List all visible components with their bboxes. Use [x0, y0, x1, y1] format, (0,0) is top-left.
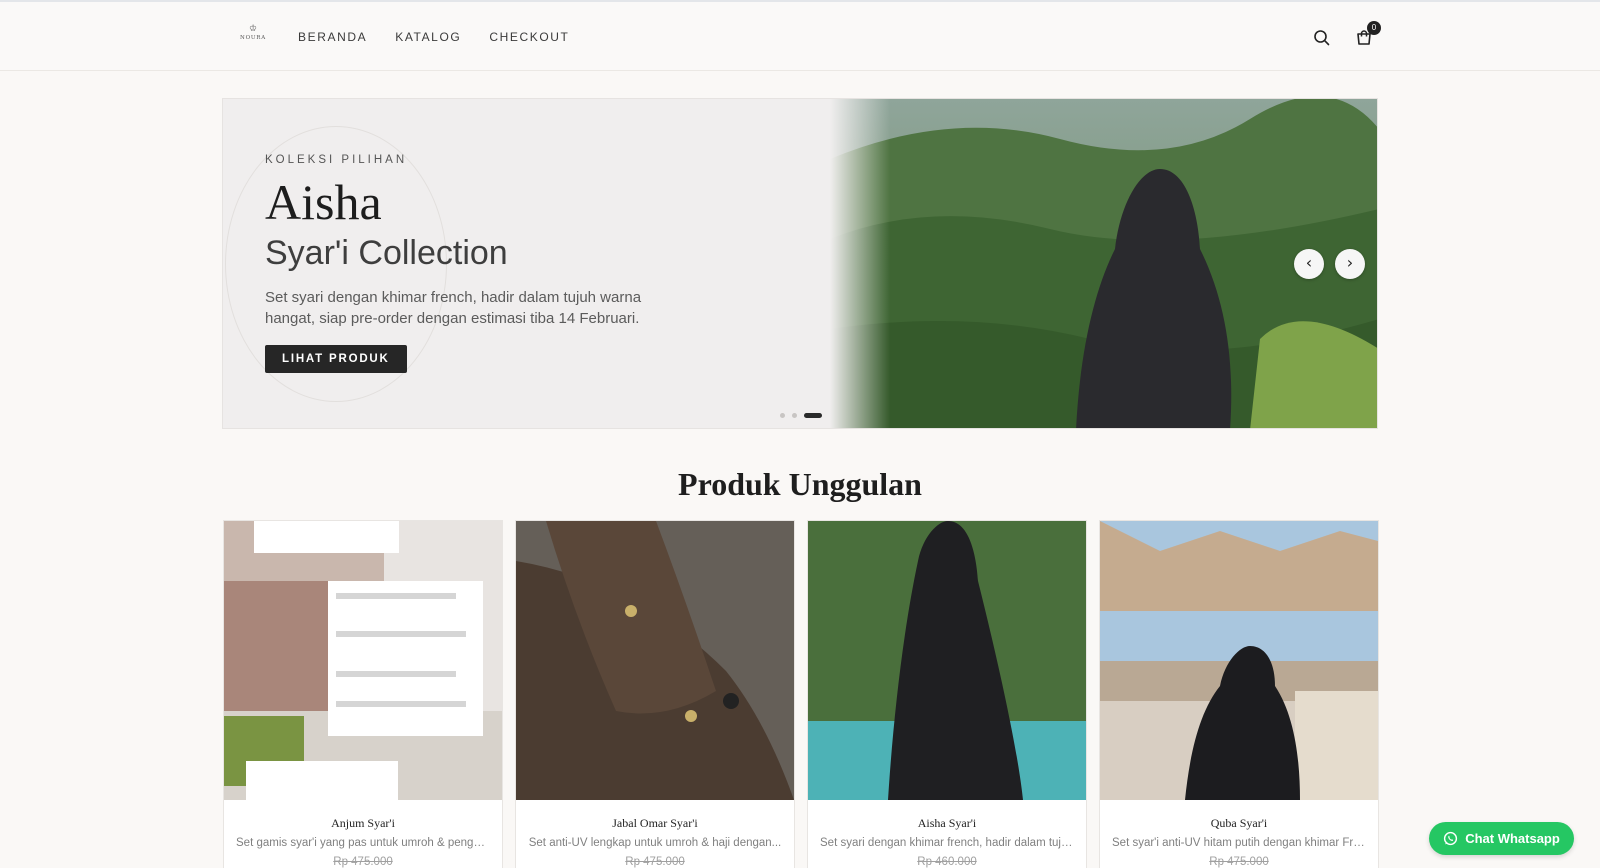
- product-description: Set gamis syar'i yang pas untuk umroh & …: [236, 837, 502, 849]
- site-header: ♔ NOURA BERANDA KATALOG CHECKOUT 0: [0, 2, 1600, 71]
- product-name: Aisha Syar'i: [917, 816, 977, 830]
- hero-text: KOLEKSI PILIHAN Aisha Syar'i Collection …: [265, 154, 645, 373]
- product-card[interactable]: Aisha Syar'i Set syari dengan khimar fre…: [807, 520, 1087, 868]
- chat-whatsapp-label: Chat Whatsapp: [1465, 831, 1560, 846]
- product-image: [224, 521, 502, 800]
- slider-next-button[interactable]: ›: [1335, 249, 1365, 279]
- product-price: Rp 475.000: [625, 856, 685, 868]
- search-icon[interactable]: [1312, 28, 1332, 48]
- product-grid: Anjum Syar'i Set gamis syar'i yang pas u…: [223, 520, 1379, 868]
- main-nav: BERANDA KATALOG CHECKOUT: [298, 30, 569, 44]
- slider-prev-button[interactable]: ‹: [1294, 249, 1324, 279]
- nav-beranda[interactable]: BERANDA: [298, 30, 367, 44]
- chat-whatsapp-button[interactable]: Chat Whatsapp: [1429, 822, 1574, 855]
- product-description: Set syar'i anti-UV hitam putih dengan kh…: [1112, 837, 1378, 849]
- product-image: [1100, 521, 1378, 800]
- product-description: Set anti-UV lengkap untuk umroh & haji d…: [528, 837, 782, 849]
- slide-dot-3-active[interactable]: [804, 413, 822, 418]
- product-card[interactable]: Jabal Omar Syar'i Set anti-UV lengkap un…: [515, 520, 795, 868]
- whatsapp-icon: [1444, 831, 1458, 846]
- slider-dots: [780, 413, 822, 418]
- logo-wordmark: NOURA: [239, 35, 267, 41]
- view-product-button[interactable]: LIHAT PRODUK: [265, 345, 407, 373]
- nav-katalog[interactable]: KATALOG: [395, 30, 461, 44]
- product-name: Anjum Syar'i: [331, 816, 395, 830]
- product-card[interactable]: Anjum Syar'i Set gamis syar'i yang pas u…: [223, 520, 503, 868]
- nav-checkout[interactable]: CHECKOUT: [489, 30, 569, 44]
- product-description: Set syari dengan khimar french, hadir da…: [820, 837, 1084, 849]
- hero-slider: KOLEKSI PILIHAN Aisha Syar'i Collection …: [222, 98, 1378, 429]
- cart-count-badge: 0: [1367, 21, 1381, 35]
- brand-logo[interactable]: ♔ NOURA: [238, 24, 268, 46]
- product-price: Rp 475.000: [333, 856, 393, 868]
- hero-subtitle: Syar'i Collection: [265, 234, 508, 272]
- product-card[interactable]: Quba Syar'i Set syar'i anti-UV hitam put…: [1099, 520, 1379, 868]
- hero-title: Aisha: [265, 174, 382, 230]
- slide-dot-2[interactable]: [792, 413, 797, 418]
- hero-description: Set syari dengan khimar french, hadir da…: [265, 289, 642, 327]
- slide-dot-1[interactable]: [780, 413, 785, 418]
- logo-crown-icon: ♔: [248, 24, 258, 34]
- product-price: Rp 475.000: [1209, 856, 1269, 868]
- product-price: Rp 460.000: [917, 856, 977, 868]
- product-image: [516, 521, 794, 800]
- featured-products-title: Produk Unggulan: [678, 466, 922, 502]
- product-name: Quba Syar'i: [1210, 816, 1268, 830]
- hero-eyebrow: KOLEKSI PILIHAN: [265, 154, 408, 166]
- product-name: Jabal Omar Syar'i: [612, 816, 698, 830]
- product-image: [808, 521, 1086, 800]
